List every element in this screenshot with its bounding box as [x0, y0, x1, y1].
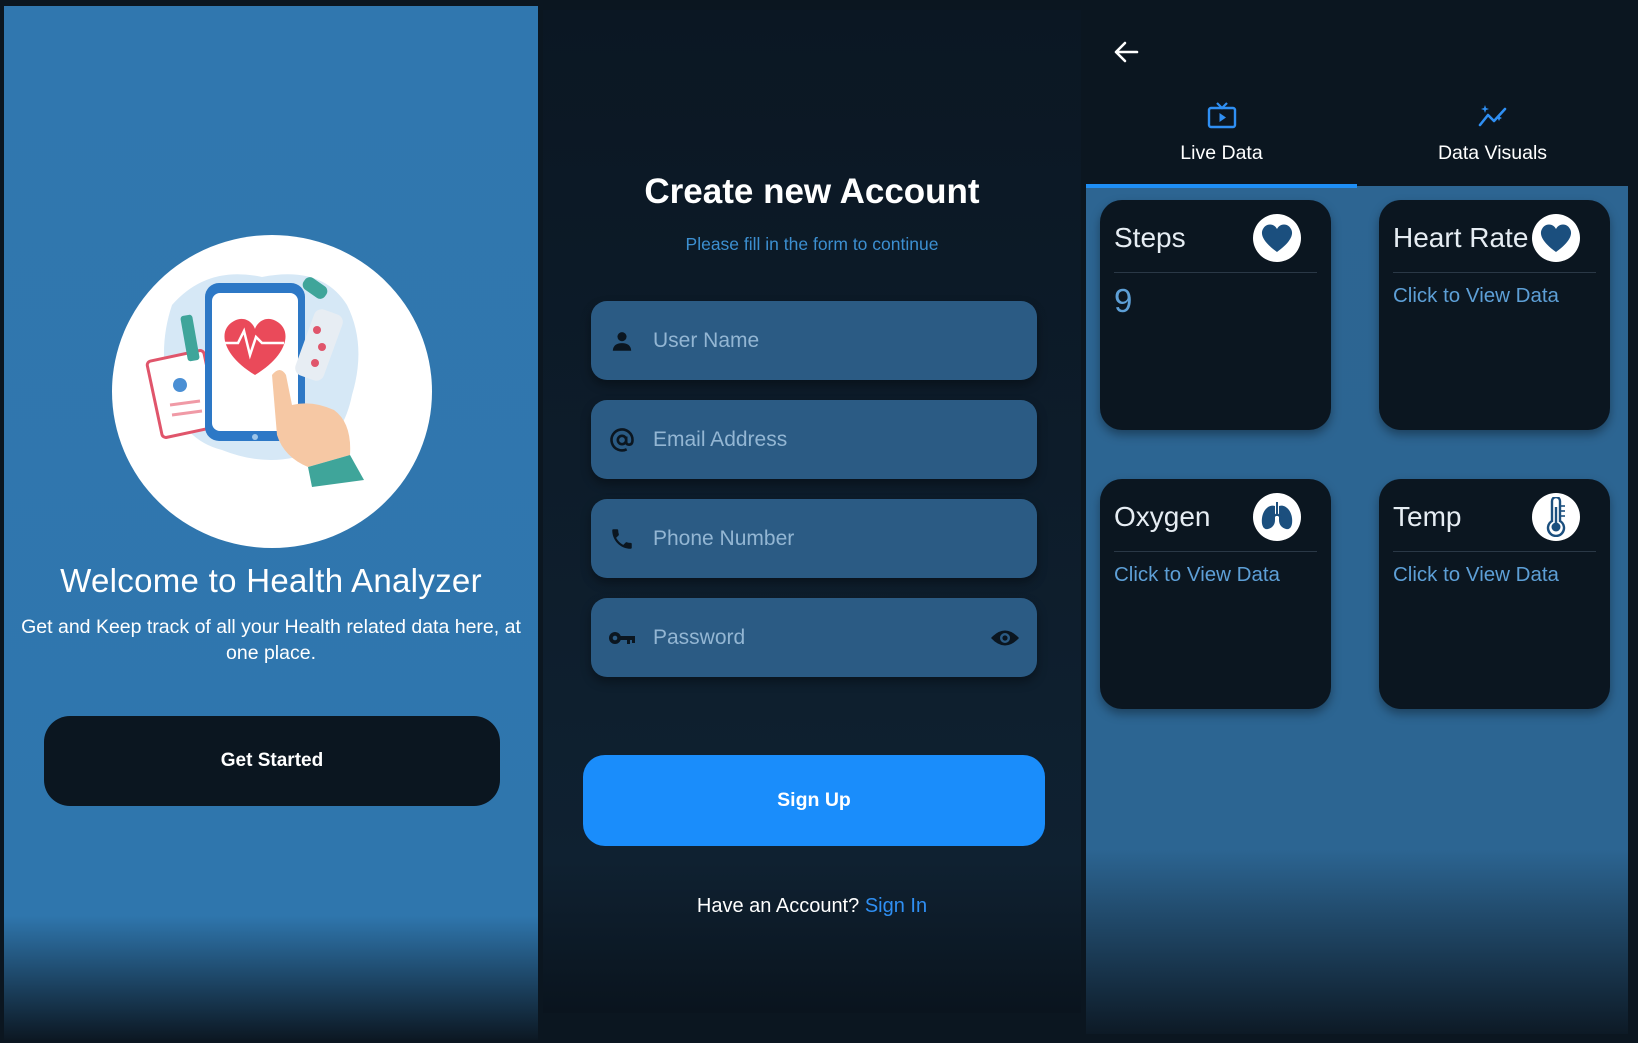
- email-field[interactable]: [591, 400, 1037, 479]
- have-account-row: Have an Account? Sign In: [543, 895, 1081, 918]
- get-started-button[interactable]: Get Started: [44, 716, 500, 806]
- tab-label: Live Data: [1180, 142, 1263, 164]
- card-title: Steps: [1114, 222, 1186, 253]
- email-input[interactable]: [653, 400, 993, 479]
- person-icon: [607, 326, 637, 356]
- phone-field[interactable]: [591, 499, 1037, 578]
- tab-data-visuals[interactable]: Data Visuals: [1357, 100, 1628, 186]
- card-divider: [1114, 551, 1317, 552]
- tab-live-data[interactable]: Live Data: [1086, 100, 1357, 186]
- have-account-text: Have an Account?: [696, 895, 860, 917]
- page-subtitle: Please fill in the form to continue: [685, 234, 939, 254]
- dashboard-header: Live Data Data Visuals: [1086, 10, 1628, 188]
- heart-rate-card[interactable]: Heart Rate Click to View Data: [1379, 200, 1610, 430]
- password-input[interactable]: [653, 598, 993, 677]
- oxygen-card[interactable]: Oxygen Click to View Data: [1100, 479, 1331, 709]
- health-phone-illustration: [145, 274, 364, 487]
- username-input[interactable]: [653, 301, 993, 380]
- password-field[interactable]: [591, 598, 1037, 677]
- auto-graph-icon: [1477, 100, 1509, 132]
- thermometer-icon: [1532, 493, 1580, 541]
- welcome-subtitle: Get and Keep track of all your Health re…: [21, 616, 521, 664]
- key-icon: [607, 623, 637, 653]
- at-icon: [607, 425, 637, 455]
- steps-card[interactable]: Steps 9: [1100, 200, 1331, 430]
- temp-card[interactable]: Temp Click to View Data: [1379, 479, 1610, 709]
- welcome-screen: Welcome to Health Analyzer Get and Keep …: [4, 6, 538, 1040]
- phone-icon: [607, 524, 637, 554]
- view-data-link[interactable]: Click to View Data: [1393, 563, 1559, 587]
- active-tab-indicator: [1086, 184, 1357, 188]
- card-title: Heart Rate: [1393, 222, 1529, 253]
- heart-icon: [1532, 214, 1580, 262]
- card-divider: [1393, 551, 1596, 552]
- view-data-link[interactable]: Click to View Data: [1114, 563, 1280, 587]
- dashboard-screen: Live Data Data Visuals Steps 9 Heart Rat…: [1086, 10, 1628, 1034]
- steps-value: 9: [1114, 282, 1133, 319]
- username-field[interactable]: [591, 301, 1037, 380]
- view-data-link[interactable]: Click to View Data: [1393, 284, 1559, 308]
- eye-icon[interactable]: [987, 623, 1023, 653]
- sign-up-button[interactable]: Sign Up: [583, 755, 1045, 846]
- welcome-title: Welcome to Health Analyzer: [60, 562, 482, 599]
- card-title: Oxygen: [1114, 501, 1211, 532]
- hero-illustration: [112, 235, 432, 548]
- card-divider: [1114, 272, 1317, 273]
- tab-label: Data Visuals: [1437, 142, 1548, 164]
- back-arrow-icon[interactable]: [1110, 36, 1142, 68]
- live-tv-icon: [1206, 100, 1238, 132]
- signup-screen: Create new Account Please fill in the fo…: [543, 10, 1081, 1013]
- phone-input[interactable]: [653, 499, 993, 578]
- card-title: Temp: [1393, 501, 1462, 532]
- heart-icon: [1253, 214, 1301, 262]
- lungs-icon: [1253, 493, 1301, 541]
- sign-in-link[interactable]: Sign In: [865, 895, 927, 917]
- page-title: Create new Account: [644, 172, 980, 211]
- card-divider: [1393, 272, 1596, 273]
